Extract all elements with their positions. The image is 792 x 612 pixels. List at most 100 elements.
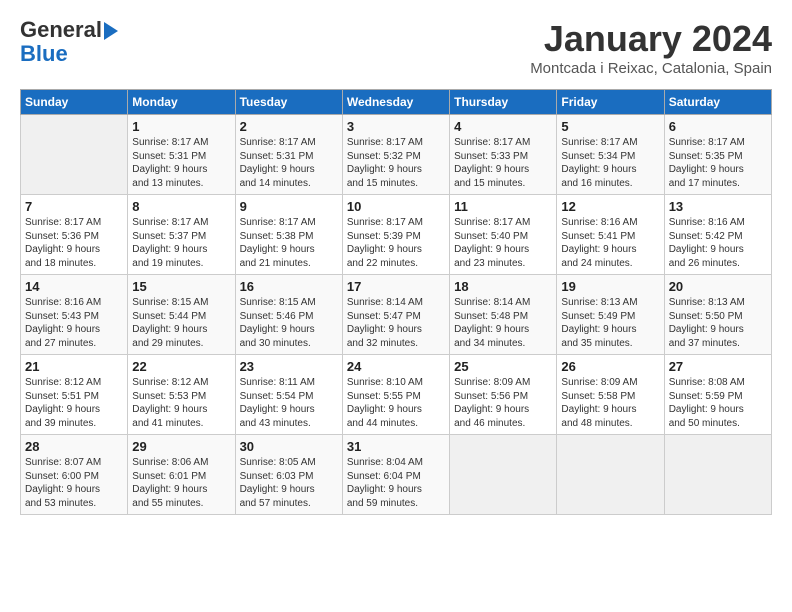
day-number: 14 (25, 279, 123, 294)
calendar-week-row: 28 Sunrise: 8:07 AMSunset: 6:00 PMDayligh… (21, 435, 772, 515)
calendar-table: SundayMondayTuesdayWednesdayThursdayFrid… (20, 89, 772, 515)
day-number: 10 (347, 199, 445, 214)
day-number: 1 (132, 119, 230, 134)
calendar-day-cell (21, 115, 128, 195)
calendar-day-cell: 13 Sunrise: 8:16 AMSunset: 5:42 PMDayligh… (664, 195, 771, 275)
day-info: Sunrise: 8:14 AMSunset: 5:48 PMDaylight:… (454, 296, 552, 350)
calendar-day-cell: 10 Sunrise: 8:17 AMSunset: 5:39 PMDayligh… (342, 195, 449, 275)
day-info: Sunrise: 8:15 AMSunset: 5:44 PMDaylight:… (132, 296, 230, 350)
day-number: 27 (669, 359, 767, 374)
day-info: Sunrise: 8:17 AMSunset: 5:35 PMDaylight:… (669, 136, 767, 190)
day-info: Sunrise: 8:10 AMSunset: 5:55 PMDaylight:… (347, 376, 445, 430)
day-info: Sunrise: 8:14 AMSunset: 5:47 PMDaylight:… (347, 296, 445, 350)
weekday-header-cell: Sunday (21, 90, 128, 115)
calendar-body: 1 Sunrise: 8:17 AMSunset: 5:31 PMDaylight… (21, 115, 772, 515)
day-info: Sunrise: 8:16 AMSunset: 5:43 PMDaylight:… (25, 296, 123, 350)
day-info: Sunrise: 8:17 AMSunset: 5:40 PMDaylight:… (454, 216, 552, 270)
calendar-header: General Blue January 2024 Montcada i Rei… (20, 18, 772, 77)
day-info: Sunrise: 8:17 AMSunset: 5:31 PMDaylight:… (240, 136, 338, 190)
calendar-day-cell: 18Sunrise: 8:14 AMSunset: 5:48 PMDayligh… (450, 275, 557, 355)
day-number: 23 (240, 359, 338, 374)
day-number: 4 (454, 119, 552, 134)
calendar-day-cell: 27 Sunrise: 8:08 AMSunset: 5:59 PMDayligh… (664, 355, 771, 435)
calendar-day-cell: 16 Sunrise: 8:15 AMSunset: 5:46 PMDayligh… (235, 275, 342, 355)
day-info: Sunrise: 8:16 AMSunset: 5:41 PMDaylight:… (561, 216, 659, 270)
weekday-header-cell: Friday (557, 90, 664, 115)
calendar-day-cell: 17 Sunrise: 8:14 AMSunset: 5:47 PMDayligh… (342, 275, 449, 355)
day-info: Sunrise: 8:17 AMSunset: 5:31 PMDaylight:… (132, 136, 230, 190)
day-number: 19 (561, 279, 659, 294)
calendar-day-cell (664, 435, 771, 515)
calendar-day-cell: 20Sunrise: 8:13 AMSunset: 5:50 PMDayligh… (664, 275, 771, 355)
calendar-day-cell: 3 Sunrise: 8:17 AMSunset: 5:32 PMDaylight… (342, 115, 449, 195)
day-info: Sunrise: 8:17 AMSunset: 5:34 PMDaylight:… (561, 136, 659, 190)
day-info: Sunrise: 8:09 AMSunset: 5:56 PMDaylight:… (454, 376, 552, 430)
day-number: 24 (347, 359, 445, 374)
calendar-day-cell: 8Sunrise: 8:17 AMSunset: 5:37 PMDaylight… (128, 195, 235, 275)
day-number: 13 (669, 199, 767, 214)
calendar-day-cell: 12 Sunrise: 8:16 AMSunset: 5:41 PMDayligh… (557, 195, 664, 275)
day-info: Sunrise: 8:17 AMSunset: 5:39 PMDaylight:… (347, 216, 445, 270)
calendar-day-cell: 11Sunrise: 8:17 AMSunset: 5:40 PMDayligh… (450, 195, 557, 275)
calendar-day-cell: 22 Sunrise: 8:12 AMSunset: 5:53 PMDayligh… (128, 355, 235, 435)
calendar-day-cell: 2 Sunrise: 8:17 AMSunset: 5:31 PMDaylight… (235, 115, 342, 195)
day-number: 28 (25, 439, 123, 454)
day-info: Sunrise: 8:12 AMSunset: 5:53 PMDaylight:… (132, 376, 230, 430)
title-block: January 2024 Montcada i Reixac, Cataloni… (530, 18, 772, 77)
day-number: 16 (240, 279, 338, 294)
day-number: 2 (240, 119, 338, 134)
day-info: Sunrise: 8:11 AMSunset: 5:54 PMDaylight:… (240, 376, 338, 430)
calendar-day-cell: 29Sunrise: 8:06 AMSunset: 6:01 PMDayligh… (128, 435, 235, 515)
calendar-day-cell (450, 435, 557, 515)
day-info: Sunrise: 8:15 AMSunset: 5:46 PMDaylight:… (240, 296, 338, 350)
calendar-day-cell: 25 Sunrise: 8:09 AMSunset: 5:56 PMDayligh… (450, 355, 557, 435)
day-info: Sunrise: 8:04 AMSunset: 6:04 PMDaylight:… (347, 456, 445, 510)
calendar-day-cell: 5Sunrise: 8:17 AMSunset: 5:34 PMDaylight… (557, 115, 664, 195)
calendar-container: General Blue January 2024 Montcada i Rei… (0, 0, 792, 525)
calendar-day-cell: 4Sunrise: 8:17 AMSunset: 5:33 PMDaylight… (450, 115, 557, 195)
day-info: Sunrise: 8:06 AMSunset: 6:01 PMDaylight:… (132, 456, 230, 510)
day-number: 7 (25, 199, 123, 214)
calendar-day-cell: 6Sunrise: 8:17 AMSunset: 5:35 PMDaylight… (664, 115, 771, 195)
day-info: Sunrise: 8:17 AMSunset: 5:38 PMDaylight:… (240, 216, 338, 270)
day-number: 9 (240, 199, 338, 214)
logo-arrow-icon (104, 22, 118, 40)
calendar-week-row: 7 Sunrise: 8:17 AMSunset: 5:36 PMDaylight… (21, 195, 772, 275)
weekday-header-cell: Monday (128, 90, 235, 115)
calendar-day-cell (557, 435, 664, 515)
day-number: 15 (132, 279, 230, 294)
weekday-header-cell: Thursday (450, 90, 557, 115)
logo: General Blue (20, 18, 118, 66)
day-info: Sunrise: 8:17 AMSunset: 5:32 PMDaylight:… (347, 136, 445, 190)
day-info: Sunrise: 8:13 AMSunset: 5:49 PMDaylight:… (561, 296, 659, 350)
calendar-week-row: 1 Sunrise: 8:17 AMSunset: 5:31 PMDaylight… (21, 115, 772, 195)
logo-blue: Blue (20, 42, 118, 66)
calendar-day-cell: 26Sunrise: 8:09 AMSunset: 5:58 PMDayligh… (557, 355, 664, 435)
day-info: Sunrise: 8:09 AMSunset: 5:58 PMDaylight:… (561, 376, 659, 430)
day-info: Sunrise: 8:17 AMSunset: 5:36 PMDaylight:… (25, 216, 123, 270)
day-number: 8 (132, 199, 230, 214)
weekday-header-row: SundayMondayTuesdayWednesdayThursdayFrid… (21, 90, 772, 115)
calendar-day-cell: 30Sunrise: 8:05 AMSunset: 6:03 PMDayligh… (235, 435, 342, 515)
calendar-day-cell: 1 Sunrise: 8:17 AMSunset: 5:31 PMDaylight… (128, 115, 235, 195)
calendar-day-cell: 23 Sunrise: 8:11 AMSunset: 5:54 PMDayligh… (235, 355, 342, 435)
day-number: 12 (561, 199, 659, 214)
logo-general: General (20, 17, 102, 42)
day-number: 31 (347, 439, 445, 454)
calendar-week-row: 14 Sunrise: 8:16 AMSunset: 5:43 PMDayligh… (21, 275, 772, 355)
day-info: Sunrise: 8:13 AMSunset: 5:50 PMDaylight:… (669, 296, 767, 350)
calendar-day-cell: 31 Sunrise: 8:04 AMSunset: 6:04 PMDayligh… (342, 435, 449, 515)
weekday-header-cell: Tuesday (235, 90, 342, 115)
calendar-day-cell: 28 Sunrise: 8:07 AMSunset: 6:00 PMDayligh… (21, 435, 128, 515)
day-number: 21 (25, 359, 123, 374)
logo-text: General Blue (20, 18, 118, 66)
day-number: 22 (132, 359, 230, 374)
day-info: Sunrise: 8:12 AMSunset: 5:51 PMDaylight:… (25, 376, 123, 430)
location: Montcada i Reixac, Catalonia, Spain (530, 60, 772, 77)
day-number: 25 (454, 359, 552, 374)
day-info: Sunrise: 8:16 AMSunset: 5:42 PMDaylight:… (669, 216, 767, 270)
day-info: Sunrise: 8:08 AMSunset: 5:59 PMDaylight:… (669, 376, 767, 430)
day-number: 17 (347, 279, 445, 294)
day-number: 3 (347, 119, 445, 134)
day-info: Sunrise: 8:07 AMSunset: 6:00 PMDaylight:… (25, 456, 123, 510)
